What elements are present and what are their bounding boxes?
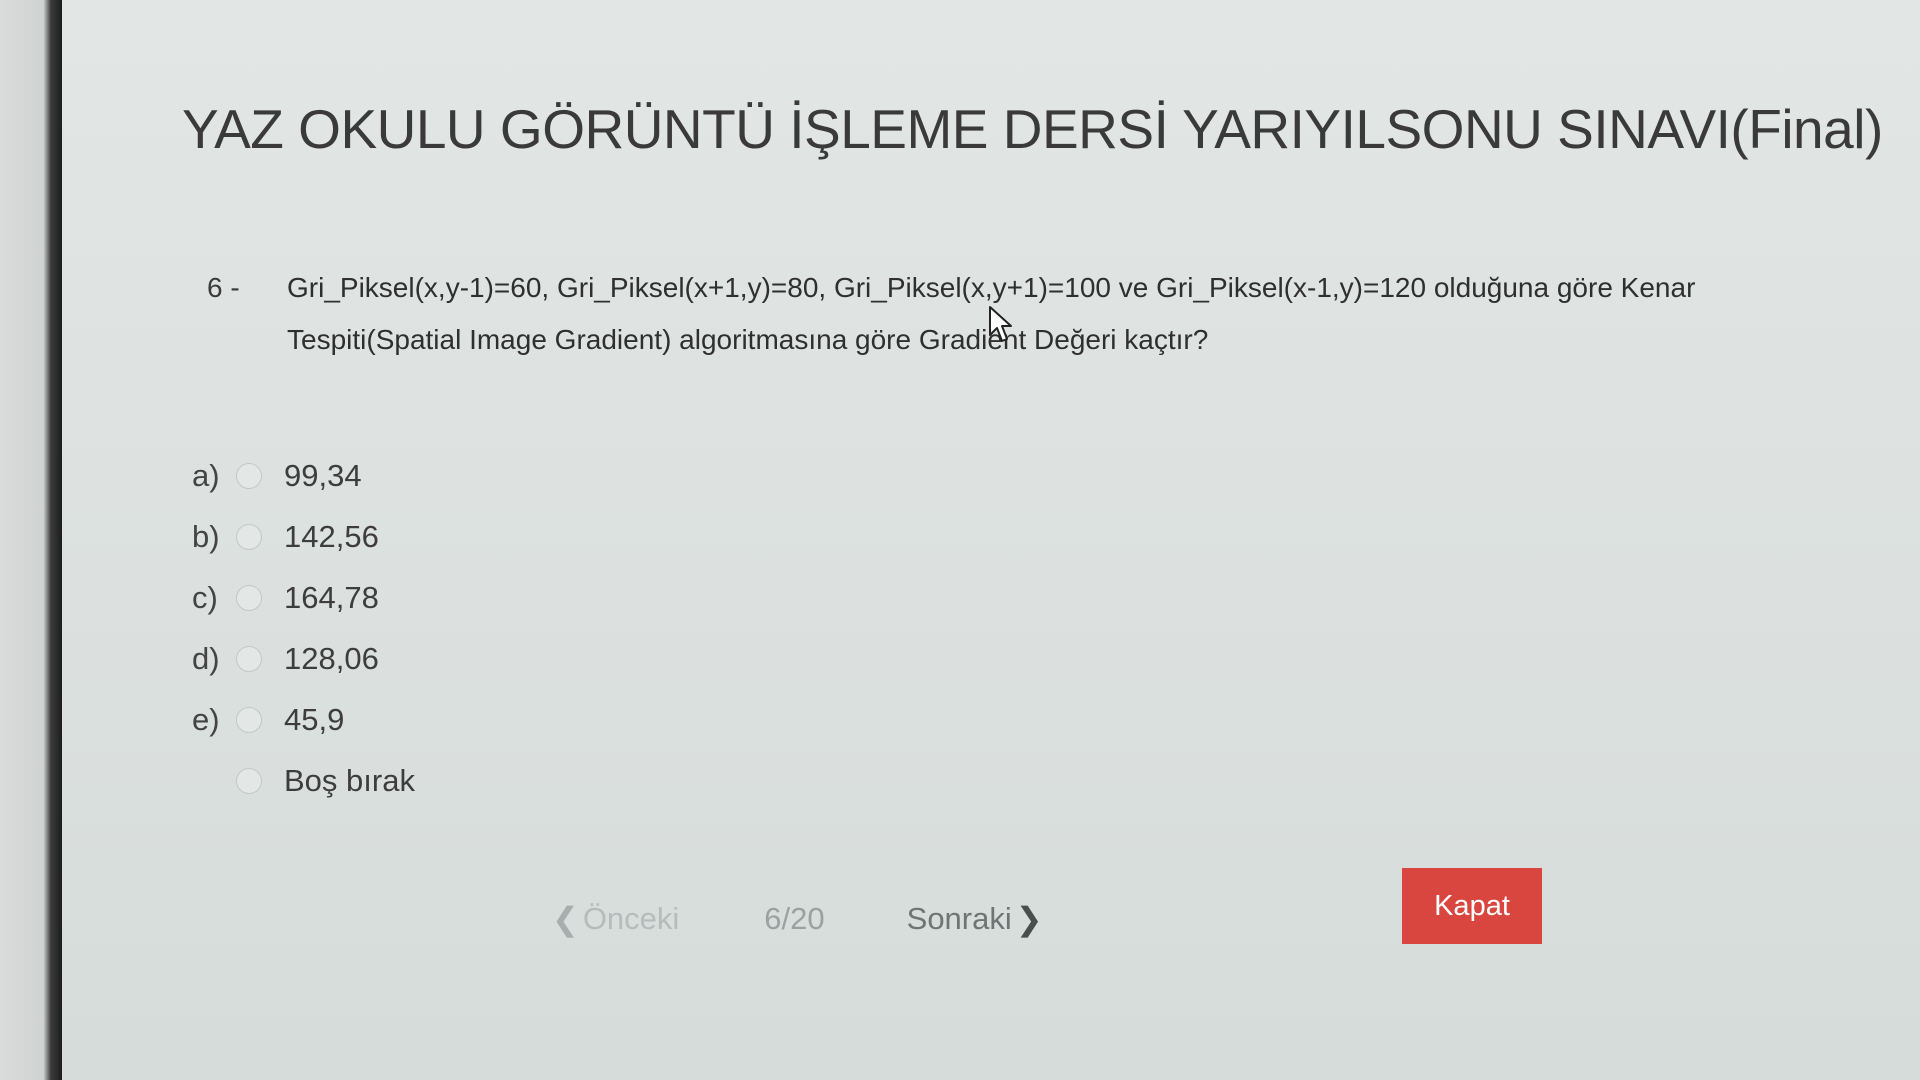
option-c[interactable]: c) 164,78 [192,567,415,628]
question-navigation: ❮ Önceki 6/20 Sonraki ❯ [552,900,1043,938]
previous-button[interactable]: ❮ Önceki [552,900,679,938]
option-value: Boş bırak [284,762,415,798]
close-button[interactable]: Kapat [1402,868,1542,944]
chevron-right-icon: ❯ [1015,901,1043,937]
screen: YAZ OKULU GÖRÜNTÜ İŞLEME DERSİ YARIYILSO… [0,0,1920,1080]
chevron-left-icon: ❮ [552,901,579,937]
radio-button[interactable] [236,706,262,733]
question-block: 6 - Gri_Piksel(x,y-1)=60, Gri_Piksel(x+1… [207,262,1747,366]
mouse-cursor-icon [989,306,1012,342]
radio-button[interactable] [236,523,262,550]
radio-button[interactable] [236,645,262,672]
exam-page: YAZ OKULU GÖRÜNTÜ İŞLEME DERSİ YARIYILSO… [62,0,1920,1080]
option-d[interactable]: d) 128,06 [192,628,415,689]
option-e[interactable]: e) 45,9 [192,689,415,750]
page-title: YAZ OKULU GÖRÜNTÜ İŞLEME DERSİ YARIYILSO… [182,97,1883,160]
radio-button[interactable] [236,767,262,794]
question-text: Gri_Piksel(x,y-1)=60, Gri_Piksel(x+1,y)=… [287,272,1696,355]
next-button[interactable]: Sonraki ❯ [907,900,1043,938]
option-letter: e) [192,701,220,737]
option-value: 128,06 [284,640,379,676]
option-value: 45,9 [284,701,345,737]
option-letter: b) [192,518,220,554]
radio-button[interactable] [236,462,262,489]
monitor-bezel [0,0,62,1080]
option-value: 142,56 [284,518,379,554]
option-a[interactable]: a) 99,34 [192,445,415,506]
question-number: 6 - [207,272,240,303]
option-b[interactable]: b) 142,56 [192,506,415,567]
option-value: 99,34 [284,457,362,493]
answer-options: a) 99,34 b) 142,56 c) 164,78 d) 128,06 e… [192,445,415,811]
next-label: Sonraki [906,901,1012,936]
option-letter: d) [192,640,220,676]
radio-button[interactable] [236,584,262,611]
option-letter: a) [192,457,220,493]
option-letter: c) [192,579,218,615]
option-value: 164,78 [284,579,379,615]
option-skip[interactable]: Boş bırak [192,750,415,811]
question-counter: 6/20 [764,901,825,936]
previous-label: Önceki [582,901,680,936]
